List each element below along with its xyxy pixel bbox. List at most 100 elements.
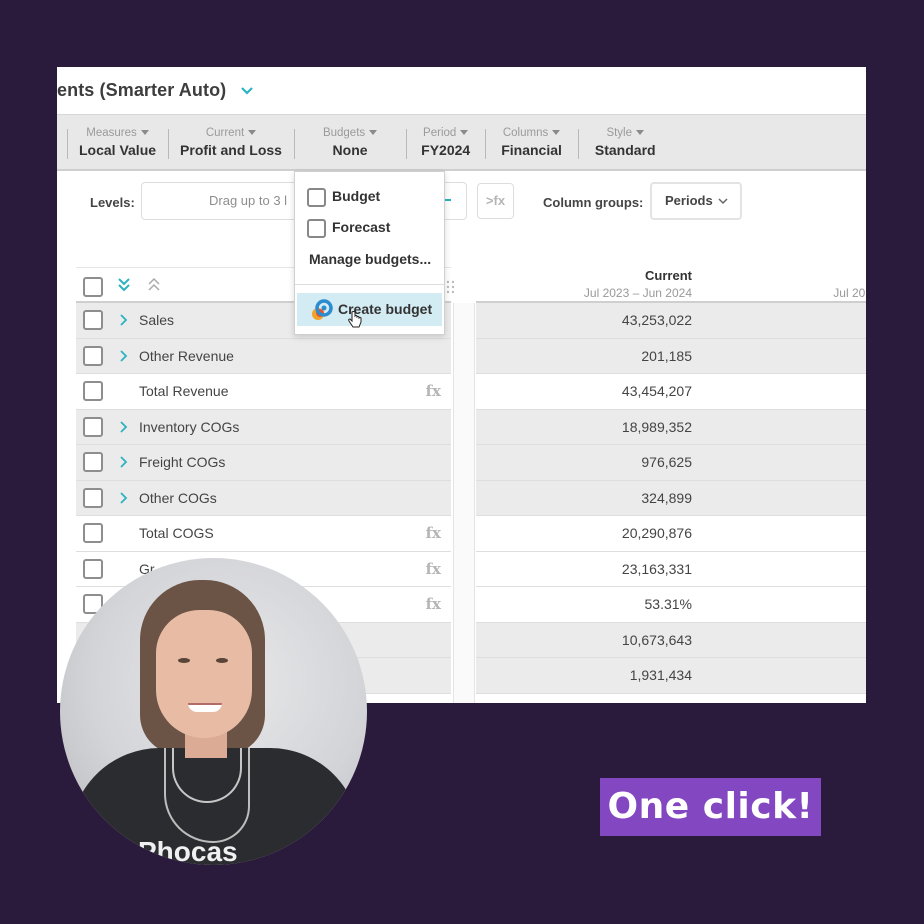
levels-label: Levels:: [90, 195, 135, 210]
title-bar: ents (Smarter Auto): [57, 67, 866, 115]
caret-down-icon: [552, 129, 561, 135]
table-row[interactable]: Total Revenue fx: [76, 374, 451, 410]
toolbar-measures-label: Measures: [86, 126, 137, 139]
value-row: 23,163,331: [476, 551, 866, 587]
table-row[interactable]: Other Revenue: [76, 338, 451, 374]
row-value: 1,931,434: [629, 667, 692, 683]
row-value: 18,989,352: [621, 418, 692, 435]
forecast-checkbox[interactable]: [307, 219, 326, 238]
budget-checkbox[interactable]: [307, 188, 326, 207]
caret-down-icon: [369, 129, 378, 135]
formula-icon[interactable]: fx: [426, 560, 441, 578]
create-budget-item[interactable]: Create budget: [297, 293, 442, 328]
manage-budgets-item[interactable]: Manage budgets...: [309, 251, 431, 267]
toolbar-budgets-label: Budgets: [322, 126, 366, 139]
toolbar-current[interactable]: Current Profit and Loss: [168, 126, 294, 159]
row-checkbox[interactable]: [83, 345, 103, 366]
smile: [188, 703, 222, 712]
row-checkbox[interactable]: [83, 381, 103, 401]
drag-handle-icon[interactable]: [446, 280, 456, 294]
toolbar-period-label: Period: [423, 126, 457, 139]
chevron-right-icon[interactable]: [120, 420, 128, 434]
menu-item-budget-label: Budget: [332, 188, 381, 205]
caret-down-icon: [140, 129, 149, 135]
values-header: Current Jul 2023 – Jun 2024 Jul 202: [476, 267, 866, 303]
value-row: 1,931,434: [476, 658, 866, 694]
eye-right: [216, 658, 228, 663]
row-label: Total COGS: [139, 525, 214, 541]
report-title[interactable]: ents (Smarter Auto): [57, 80, 226, 101]
chevron-right-icon[interactable]: [120, 313, 128, 327]
value-list: 43,253,022 201,185 43,454,207 18,989,352 976…: [476, 303, 866, 694]
menu-item-budget[interactable]: Budget: [307, 188, 381, 207]
column-groups-label: Column groups:: [543, 195, 644, 210]
select-all-checkbox[interactable]: [83, 277, 103, 297]
value-row: 53.31%: [476, 587, 866, 623]
pane-splitter[interactable]: [453, 303, 475, 703]
toolbar-columns[interactable]: Columns Financial: [485, 127, 578, 159]
toolbar-period-value: FY2024: [421, 141, 471, 158]
collapse-all-icon[interactable]: [147, 276, 161, 292]
toolbar-current-label: Current: [205, 126, 245, 139]
column-groups-value: Periods: [665, 193, 713, 208]
toolbar-budgets-value: None: [332, 141, 368, 158]
row-value: 43,454,207: [621, 383, 692, 399]
row-checkbox[interactable]: [83, 416, 103, 437]
hand-cursor-icon: [348, 311, 362, 328]
chevron-right-icon[interactable]: [120, 349, 128, 363]
chevron-right-icon[interactable]: [120, 455, 128, 469]
value-row: 201,185: [476, 338, 866, 374]
column-title-current: Current: [645, 268, 692, 283]
row-checkbox[interactable]: [83, 310, 103, 330]
value-row: 976,625: [476, 445, 866, 481]
column-subtitle-next: Jul 202: [833, 286, 866, 300]
column-groups-select[interactable]: Periods: [650, 182, 742, 220]
values-grid: Current Jul 2023 – Jun 2024 Jul 202 43,2…: [476, 267, 866, 694]
toolbar-style-value: Standard: [594, 141, 656, 158]
expand-all-icon[interactable]: [117, 276, 131, 292]
toolbar-period[interactable]: Period FY2024: [406, 126, 485, 159]
minus-icon[interactable]: [445, 199, 451, 201]
row-checkbox[interactable]: [83, 487, 103, 508]
toolbar-current-value: Profit and Loss: [180, 141, 282, 158]
row-checkbox[interactable]: [83, 523, 103, 543]
toolbar: Measures Local Value Current Profit and …: [57, 115, 866, 171]
row-label: Inventory COGs: [139, 418, 240, 435]
toolbar-budgets[interactable]: Budgets None: [293, 126, 406, 159]
toolbar-measures[interactable]: Measures Local Value: [67, 126, 168, 159]
formula-icon[interactable]: fx: [426, 595, 441, 613]
menu-item-forecast-label: Forecast: [332, 219, 391, 236]
table-row[interactable]: Other COGs: [76, 480, 451, 516]
caret-down-icon: [636, 129, 645, 135]
chevron-down-icon[interactable]: [240, 84, 254, 98]
formula-icon[interactable]: fx: [426, 524, 441, 542]
row-value: 53.31%: [644, 596, 692, 612]
value-row: 10,673,643: [476, 622, 866, 658]
value-row: 18,989,352: [476, 409, 866, 445]
row-checkbox[interactable]: [83, 558, 103, 579]
toolbar-style-label: Style: [606, 126, 633, 139]
eye-left: [178, 658, 190, 663]
menu-item-forecast[interactable]: Forecast: [307, 219, 391, 238]
caret-down-icon: [460, 129, 469, 135]
chevron-right-icon[interactable]: [120, 491, 128, 505]
row-checkbox[interactable]: [83, 452, 103, 472]
column-subtitle-current: Jul 2023 – Jun 2024: [583, 286, 692, 300]
row-label: Sales: [139, 312, 175, 328]
table-row[interactable]: Inventory COGs: [76, 409, 451, 445]
ai-assistant-icon: [312, 299, 333, 320]
row-label: Freight COGs: [139, 454, 226, 470]
toolbar-style[interactable]: Style Standard: [577, 126, 673, 159]
table-row[interactable]: Freight COGs: [76, 445, 451, 481]
formula-icon[interactable]: fx: [426, 382, 441, 400]
menu-divider: [295, 284, 444, 285]
value-row: 43,454,207: [476, 374, 866, 410]
value-row: 20,290,876: [476, 516, 866, 552]
shirt-logo-text: Phocas: [138, 836, 238, 865]
caret-down-icon: [248, 129, 257, 135]
formula-button[interactable]: >fx: [477, 183, 514, 219]
table-row[interactable]: Total COGS fx: [76, 516, 451, 552]
row-value: 20,290,876: [621, 525, 692, 541]
row-value: 10,673,643: [621, 631, 692, 648]
value-row: 43,253,022: [476, 303, 866, 339]
